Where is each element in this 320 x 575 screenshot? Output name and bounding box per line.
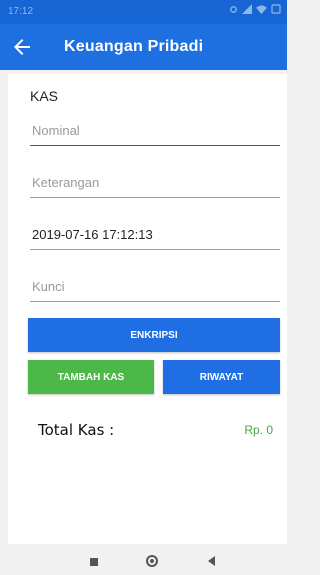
total-kas-value: Rp. 0 xyxy=(244,423,273,437)
signal-icon xyxy=(242,4,252,14)
home-circle-icon[interactable] xyxy=(146,555,158,567)
recents-square-icon[interactable] xyxy=(90,558,98,566)
status-time: 17:12 xyxy=(8,6,34,17)
keterangan-input[interactable] xyxy=(30,170,280,198)
tambah-kas-button[interactable]: TAMBAH KAS xyxy=(28,360,154,394)
total-kas-label: Total Kas : xyxy=(38,421,115,439)
enkripsi-button[interactable]: ENKRIPSI xyxy=(28,318,280,352)
status-icons xyxy=(229,4,281,14)
riwayat-button[interactable]: RIWAYAT xyxy=(163,360,280,394)
tanggal-input[interactable] xyxy=(30,222,280,250)
app-bar: Keuangan Pribadi xyxy=(0,24,287,70)
nominal-input[interactable] xyxy=(30,118,280,146)
app-title: Keuangan Pribadi xyxy=(64,38,204,55)
arrow-left-icon[interactable] xyxy=(10,35,34,59)
section-title: KAS xyxy=(30,88,59,104)
app-screen: 17:12 Keuangan Pribadi KAS ENK xyxy=(0,0,287,575)
status-bar: 17:12 xyxy=(0,0,287,24)
settings-icon xyxy=(230,5,237,13)
wifi-icon xyxy=(256,4,267,14)
kas-form-card: KAS ENKRIPSI TAMBAH KAS RIWAYAT Total Ka… xyxy=(8,74,287,544)
back-triangle-icon[interactable] xyxy=(208,556,215,566)
battery-icon xyxy=(271,4,281,14)
system-nav-bar xyxy=(0,550,287,575)
kunci-input[interactable] xyxy=(30,274,280,302)
